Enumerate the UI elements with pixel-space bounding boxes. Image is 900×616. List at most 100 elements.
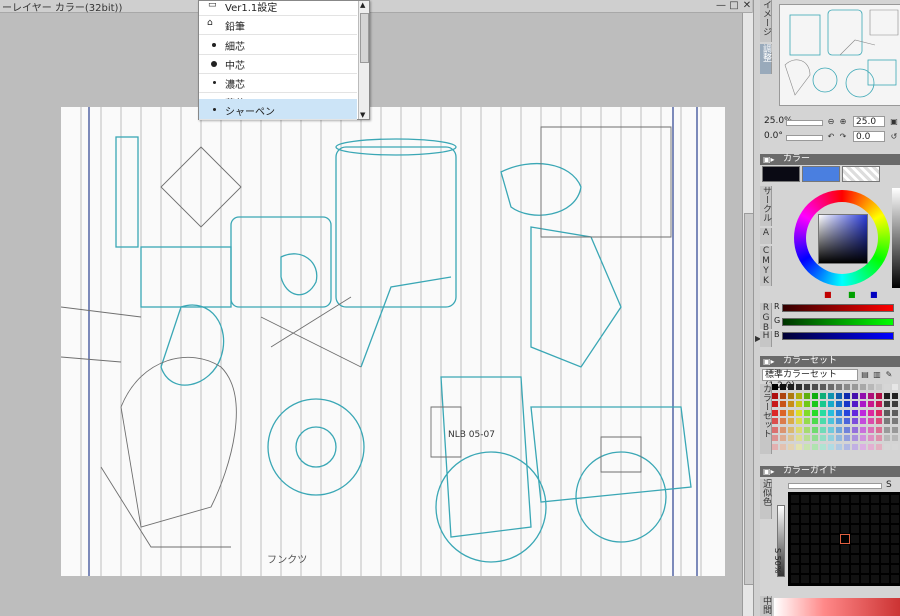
- guide-cell[interactable]: [891, 495, 899, 503]
- hue-ring[interactable]: [794, 190, 890, 286]
- guide-cell[interactable]: [821, 545, 829, 553]
- tab-h[interactable]: H: [760, 331, 772, 347]
- color-swatch[interactable]: [836, 443, 842, 450]
- guide-cell[interactable]: [811, 565, 819, 573]
- color-swatch[interactable]: [804, 426, 810, 433]
- color-swatch[interactable]: [892, 384, 898, 390]
- color-swatch[interactable]: [820, 401, 826, 407]
- main-color-swatch[interactable]: [762, 166, 800, 182]
- guide-cell[interactable]: [851, 505, 859, 513]
- color-swatch[interactable]: [836, 435, 842, 441]
- guide-cell[interactable]: [871, 495, 879, 503]
- guide-cell[interactable]: [861, 575, 869, 583]
- guide-cell[interactable]: [871, 535, 879, 543]
- color-swatch[interactable]: [844, 384, 850, 390]
- color-swatch[interactable]: [796, 409, 802, 416]
- color-swatch[interactable]: [780, 418, 786, 424]
- color-swatch[interactable]: [844, 409, 850, 416]
- color-swatch[interactable]: [812, 426, 818, 433]
- guide-cell[interactable]: [831, 565, 839, 573]
- zoom-slider[interactable]: [786, 120, 823, 126]
- fit-view-icon[interactable]: ▣: [889, 117, 899, 127]
- guide-cell[interactable]: [881, 505, 889, 513]
- guide-cell[interactable]: [861, 555, 869, 563]
- color-swatch[interactable]: [788, 443, 794, 450]
- color-guide-panel-header[interactable]: ▣▸ カラーガイド: [760, 466, 900, 477]
- color-swatch[interactable]: [836, 384, 842, 390]
- color-swatch[interactable]: [780, 384, 786, 390]
- similar-color-tab[interactable]: 近似色: [760, 479, 772, 519]
- color-swatch[interactable]: [772, 418, 778, 424]
- guide-hue-slider[interactable]: [788, 483, 882, 489]
- guide-cell[interactable]: [831, 505, 839, 513]
- tab-cmyk[interactable]: CMYK: [760, 246, 772, 286]
- guide-cell[interactable]: [851, 535, 859, 543]
- guide-cell[interactable]: [821, 505, 829, 513]
- close-icon[interactable]: ✕: [741, 0, 753, 11]
- color-swatch[interactable]: [820, 384, 826, 390]
- color-swatch[interactable]: [828, 392, 834, 399]
- color-swatch[interactable]: [828, 443, 834, 450]
- guide-cell[interactable]: [861, 495, 869, 503]
- guide-cell[interactable]: [791, 575, 799, 583]
- guide-cell[interactable]: [871, 525, 879, 533]
- color-swatch[interactable]: [844, 418, 850, 424]
- color-swatch[interactable]: [852, 443, 858, 450]
- guide-cell[interactable]: [881, 575, 889, 583]
- color-swatch[interactable]: [788, 418, 794, 424]
- color-swatch[interactable]: [804, 409, 810, 416]
- color-swatch[interactable]: [868, 435, 874, 441]
- green-slider[interactable]: [782, 318, 894, 326]
- color-panel-header[interactable]: ▣▸ カラー: [760, 154, 900, 165]
- guide-cell[interactable]: [811, 505, 819, 513]
- color-swatch[interactable]: [860, 426, 866, 433]
- mid-color-tab[interactable]: 中間: [760, 596, 772, 616]
- color-swatch[interactable]: [884, 435, 890, 441]
- guide-cell[interactable]: [801, 565, 809, 573]
- guide-cell[interactable]: [791, 505, 799, 513]
- guide-cell[interactable]: [871, 545, 879, 553]
- color-swatch[interactable]: [836, 426, 842, 433]
- guide-cell[interactable]: [861, 545, 869, 553]
- guide-cell[interactable]: [851, 525, 859, 533]
- guide-cell[interactable]: [881, 565, 889, 573]
- guide-cell[interactable]: [851, 575, 859, 583]
- brush-item-fine-lead[interactable]: 細芯: [199, 35, 357, 55]
- guide-cell[interactable]: [821, 515, 829, 523]
- color-set-select[interactable]: 標準カラーセット(1.2.0): [762, 369, 858, 391]
- guide-cell[interactable]: [891, 555, 899, 563]
- color-swatch[interactable]: [852, 418, 858, 424]
- guide-cell[interactable]: [791, 565, 799, 573]
- color-swatch[interactable]: [884, 409, 890, 416]
- guide-cell[interactable]: [841, 525, 849, 533]
- guide-cell[interactable]: [801, 555, 809, 563]
- color-swatch[interactable]: [828, 409, 834, 416]
- color-swatch[interactable]: [860, 435, 866, 441]
- color-swatch[interactable]: [772, 401, 778, 407]
- color-swatch[interactable]: [868, 418, 874, 424]
- guide-cell[interactable]: [841, 555, 849, 563]
- color-swatch[interactable]: [844, 435, 850, 441]
- color-swatch[interactable]: [836, 418, 842, 424]
- tab-a[interactable]: A: [760, 228, 772, 244]
- color-swatch[interactable]: [844, 443, 850, 450]
- color-swatch[interactable]: [828, 384, 834, 390]
- color-swatch[interactable]: [796, 443, 802, 450]
- guide-cell[interactable]: [801, 515, 809, 523]
- tab-circle[interactable]: サークル: [760, 186, 772, 226]
- guide-cell[interactable]: [861, 515, 869, 523]
- replace-color-icon[interactable]: ▥: [872, 370, 882, 380]
- color-swatch[interactable]: [892, 401, 898, 407]
- color-swatch[interactable]: [852, 384, 858, 390]
- guide-cell[interactable]: [861, 505, 869, 513]
- color-swatch[interactable]: [884, 426, 890, 433]
- color-swatch[interactable]: [788, 426, 794, 433]
- scroll-down-icon[interactable]: ▼: [360, 111, 365, 119]
- color-swatch[interactable]: [804, 435, 810, 441]
- tab-rgb[interactable]: RGB: [760, 303, 772, 333]
- guide-cell[interactable]: [791, 495, 799, 503]
- guide-cell[interactable]: [881, 495, 889, 503]
- color-swatch[interactable]: [788, 401, 794, 407]
- color-swatch[interactable]: [876, 392, 882, 399]
- color-swatch[interactable]: [884, 401, 890, 407]
